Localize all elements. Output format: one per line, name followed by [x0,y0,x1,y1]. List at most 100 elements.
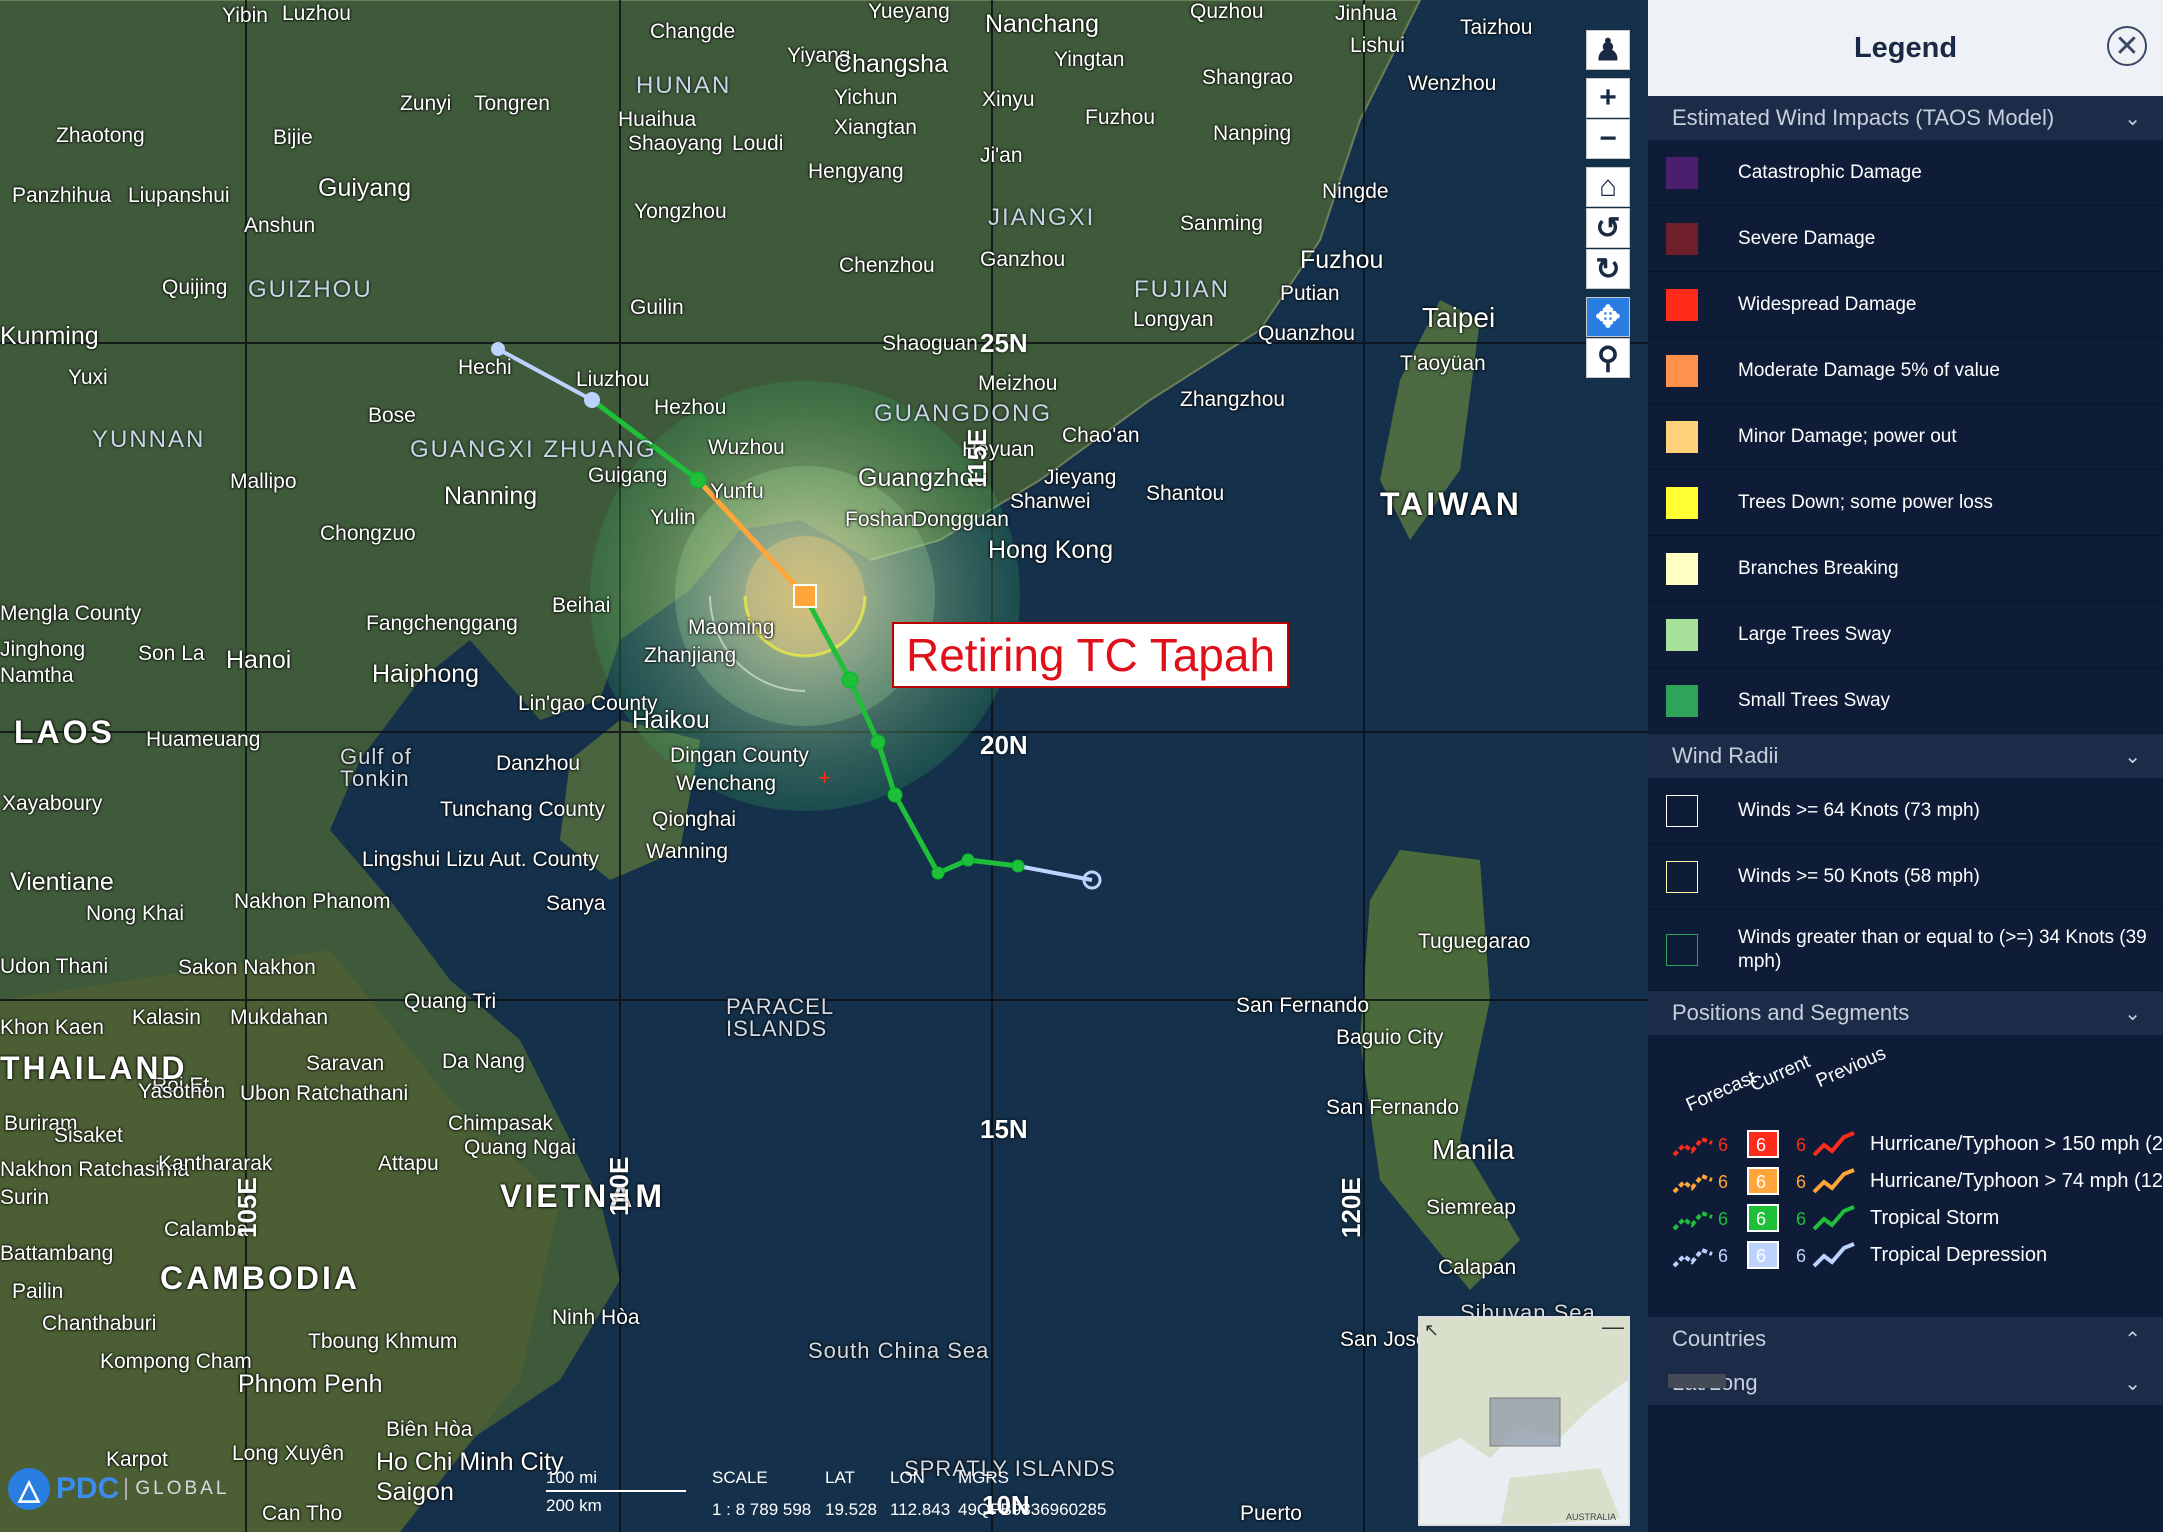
place-label: Xayaboury [2,792,103,815]
place-label: Hezhou [654,396,727,419]
positions-item-label: Hurricane/Typhoon > 150 mph (24 [1870,1132,2163,1155]
svg-text:6: 6 [1718,1172,1728,1192]
place-label: Quang Tri [404,990,497,1013]
zoom-out-icon[interactable]: − [1586,119,1630,159]
section-positions[interactable]: Positions and Segments ⌄ [1648,991,2163,1035]
region-label: GUIZHOU [248,276,373,303]
pdc-logo-icon: △ [8,1468,50,1510]
home-icon[interactable]: ⌂ [1586,167,1630,207]
place-label: Hengyang [808,160,904,183]
legend-item: Minor Damage; power out [1648,404,2163,470]
rotate-right-icon[interactable]: ↻ [1586,249,1630,289]
outline-swatch [1666,934,1698,966]
place-label: Chao'an [1062,424,1140,447]
positions-column-head: Previous [1813,1042,1890,1093]
close-icon[interactable]: ✕ [2107,26,2147,66]
place-label: Mukdahan [230,1006,329,1029]
place-label: Lingshui Lizu Aut. County [362,848,599,871]
place-label: Zhanjiang [644,644,737,667]
color-swatch [1666,420,1698,453]
place-label: Calapan [1438,1256,1517,1279]
svg-text:6: 6 [1756,1135,1766,1155]
color-swatch [1666,288,1698,321]
place-label: Hechi [458,356,512,379]
lat-readout: LAT 19.528 [825,1468,877,1520]
track-symbol-icon: 6 6 6 [1672,1241,1855,1269]
positions-item-label: Tropical Depression [1870,1243,2048,1266]
chevron-down-icon: ⌄ [2124,1372,2141,1395]
legend-item: Branches Breaking [1648,536,2163,602]
place-label: Dingan County [670,744,809,767]
place-label: Ho Chi Minh City [376,1448,564,1476]
place-label: Surin [0,1186,50,1209]
current-position-marker [793,584,817,608]
lat-label: LAT [825,1468,855,1487]
scale-bar: 100 mi 200 km [546,1468,686,1516]
place-label: Liuzhou [576,368,650,391]
zoom-box-icon[interactable]: ⚲ [1586,338,1630,378]
place-label: Quang Ngai [464,1136,577,1159]
region-label: HUNAN [636,72,732,99]
outline-swatch [1666,860,1698,893]
lon-grid-label: 110E [604,1156,634,1216]
expand-icon[interactable]: ↖ [1424,1320,1439,1341]
place-label: Yulin [650,506,696,529]
positions-column-head: Current [1747,1051,1814,1097]
place-label: Da Nang [442,1050,525,1073]
legend-item: Moderate Damage 5% of value [1648,338,2163,404]
section-wind-impacts[interactable]: Estimated Wind Impacts (TAOS Model) ⌄ [1648,96,2163,140]
svg-text:6: 6 [1756,1246,1766,1266]
minimap-map [1420,1318,1628,1524]
section-title: Positions and Segments [1672,1000,1910,1025]
place-label: Nanping [1213,122,1292,145]
scale-readout: SCALE 1 : 8 789 598 [712,1468,811,1520]
country-label: TAIWAN [1380,486,1522,522]
sea-label: PARACEL ISLANDS [726,994,834,1041]
minimap-close-icon[interactable]: — [1602,1318,1624,1340]
chevron-up-icon: ⌃ [2124,1328,2141,1351]
zoom-in-icon[interactable]: + [1586,78,1630,118]
overview-minimap[interactable]: ↖ — AUSTRALIA [1418,1316,1630,1526]
place-label: Sanya [546,892,606,915]
place-label: Taipei [1422,302,1496,333]
legend-item-label: Large Trees Sway [1738,623,1892,645]
track-symbol-icon: 6 6 6 [1672,1167,1855,1195]
place-label: Shaoyang [628,132,723,155]
place-label: Shantou [1146,482,1225,505]
lon-value: 112.843 [890,1500,951,1519]
lat-grid-label: 20N [980,730,1028,760]
positions-item-label: Hurricane/Typhoon > 74 mph (120 [1870,1169,2163,1192]
place-label: Kunming [0,322,99,350]
legend-item: Widespread Damage [1648,272,2163,338]
place-label: Long Xuyên [232,1442,345,1465]
region-label: GUANGXI ZHUANG [410,436,657,463]
place-label: Yuxi [68,366,108,389]
track-symbol-icon: 6 6 6 [1672,1204,1855,1232]
section-wind-radii[interactable]: Wind Radii ⌄ [1648,734,2163,778]
storm-callout: Retiring TC Tapah [892,622,1290,688]
place-label: Bijie [273,126,313,149]
chevron-down-icon: ⌄ [2124,745,2141,768]
place-label: Vientiane [10,868,114,896]
map-view[interactable]: + Yibin Luzhou Changde Yueyang Nanchang Quzho… [0,0,1648,1532]
lon-readout: LON 112.843 [890,1468,950,1520]
place-label: Ubon Ratchathani [240,1082,409,1105]
street-view-icon[interactable]: ♟ [1586,30,1630,70]
place-label: Tboung Khmum [308,1330,458,1353]
place-label: Jieyang [1044,466,1117,489]
place-label: Chenzhou [839,254,935,277]
place-label: Bose [368,404,416,427]
minimap-label: AUSTRALIA [1565,1512,1616,1522]
place-label: Guilin [630,296,684,319]
sea-label: South China Sea [808,1338,990,1363]
place-label: Luzhou [282,2,351,25]
legend-item: Trees Down; some power loss [1648,470,2163,536]
mgrs-value: 49QFB9336960285 [958,1500,1107,1519]
section-countries[interactable]: Countries ⌃ [1648,1317,2163,1361]
place-label: Quanzhou [1258,322,1355,345]
place-label: Fuzhou [1085,106,1156,129]
place-label: Fangchenggang [366,612,518,635]
scale-km: 200 km [546,1496,602,1515]
rotate-left-icon[interactable]: ↺ [1586,208,1630,248]
pan-icon[interactable]: ✥ [1586,297,1630,337]
